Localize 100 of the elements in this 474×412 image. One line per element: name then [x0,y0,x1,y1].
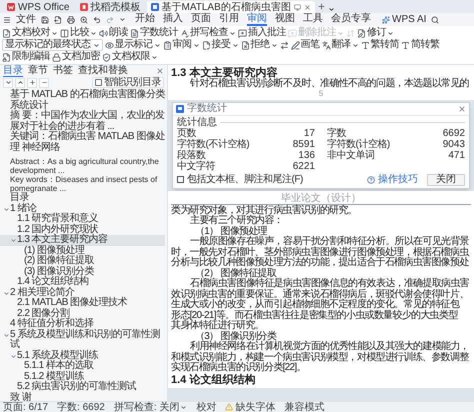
stat-value: 8591 [292,138,315,150]
ribbon-button[interactable]: 文档权限 [102,51,158,63]
ribbon-button[interactable]: 简转繁 [401,39,440,51]
ribbon-button[interactable]: 插入批注 [238,27,286,39]
toc-item[interactable]: 2 相关理论简介 [0,288,165,298]
checkbox[interactable] [177,176,184,183]
close-icon[interactable] [156,67,164,75]
toc-entry-text: 4 特征值分析和选择 [10,319,94,329]
caret-icon [119,16,126,23]
ribbon-button[interactable]: 限制编辑 [2,51,50,63]
ribbon-button[interactable]: 比较 [60,27,97,39]
ribbon-button[interactable]: 翻译 [322,39,358,51]
toc-item[interactable]: 1.2 国内外研究现状 [0,224,165,235]
paragraph-line: 形态[20-21]等。而石榴虫害往往是密集型的小虫或数量较少的大虫类型 [171,310,459,320]
toc-entry-text: 1 绪论 [10,204,36,214]
print-icon[interactable] [67,16,75,24]
undo-icon[interactable] [93,16,101,24]
ribbon-tab[interactable]: 视图 [275,13,295,26]
chevron-up-icon [16,79,24,86]
ribbon-button[interactable]: 繁转简 [360,39,399,51]
ribbon-button[interactable]: 画笔 [290,39,320,51]
type-icon [401,40,410,50]
expand-caret-icon[interactable] [2,206,10,212]
arrows-icon[interactable] [280,40,288,50]
preview-icon[interactable] [80,16,88,24]
plus-icon [28,79,36,86]
collapse-button[interactable] [3,78,13,88]
toc-item[interactable]: 4 特征值分析和选择 [0,319,165,330]
toc-item[interactable]: 致 谢 [0,392,165,403]
new-tab-icon[interactable] [316,2,326,11]
status-text[interactable]: 缺失字体 [235,402,276,412]
toc-item[interactable]: 5.1.2 模型训练 [0,372,165,382]
ai-button[interactable]: WPS AI [392,14,426,26]
add-button[interactable] [27,78,37,88]
ribbon-button[interactable]: 朗读 [99,27,128,39]
ribbon-button[interactable]: 修订 [357,27,394,39]
close-icon[interactable] [458,104,466,112]
ribbon-button[interactable]: 拼写检查 [180,27,236,39]
toc-item[interactable]: (3) 图像识别分类 [0,266,165,277]
search-icon[interactable] [431,16,440,24]
ribbon-button[interactable]: 文档加密 [52,51,100,63]
paragraph-line: 其身体特征进行研究。 [171,321,266,331]
close-button[interactable]: 关闭 [427,174,465,186]
ribbon-tab[interactable]: 插入 [163,13,183,26]
save-icon[interactable] [41,16,49,24]
ribbon-tab[interactable]: 开始 [135,13,155,26]
toc-item[interactable]: 5.1.1 样本的选取 [0,361,165,372]
toc-item[interactable]: 1 绪论 [0,204,165,214]
ribbon-button[interactable]: 拒绝 [240,39,278,51]
expand-caret-icon[interactable] [2,290,10,296]
sidebar-tab[interactable]: 目录 [3,65,23,77]
toc-item[interactable]: 1.1 研究背景和意义 [0,214,165,224]
ribbon-button[interactable]: 字数统计 [130,27,178,39]
toc-item[interactable]: (1) 图像预处理 [0,246,165,256]
toc-item[interactable]: 1.4 论文组织结构 [0,277,165,288]
ribbon-tab[interactable]: 工具 [303,13,323,26]
sidebar-tab[interactable]: 查找和替换 [78,65,128,77]
dialog-title: 字数统计 [187,103,227,114]
toc-item[interactable]: (2) 图像特征提取 [0,256,165,266]
ribbon-button[interactable]: 文档校对 [2,27,58,39]
toc-item[interactable]: 5.1 系统及模型训练 [0,350,165,361]
close-icon[interactable] [304,4,311,10]
spell-check-dropdown[interactable]: 拼写检查: 关闭 [114,402,188,412]
caret-icon [51,30,58,36]
remove-button[interactable] [39,78,49,88]
checkbox[interactable] [95,79,102,86]
export-icon[interactable] [54,16,62,24]
ribbon-button[interactable]: 显示标记 [104,39,160,51]
toc-entry-text: 2.1 MATLAB 图像处理技术 [17,298,128,308]
tips-link[interactable]: 操作技巧 [378,174,418,185]
ribbon-tab[interactable]: 会员专享 [331,13,371,26]
expand-caret-icon[interactable] [2,332,10,338]
toc-item[interactable]: 2.1 MATLAB 图像处理技术 [0,298,165,308]
window-tab[interactable]: WPS Office [3,1,74,13]
ribbon-button[interactable]: 接受 [202,39,238,51]
toc-item[interactable]: 1.3 本文主要研究内容 [0,235,165,246]
ribbon-button[interactable]: 审阅 [162,39,200,51]
comment-plus-icon [238,28,247,38]
status-text: 校对 [196,402,216,412]
window-tab[interactable]: 基于MATLAB的石榴病虫害图 [146,1,315,13]
ribbon-tab[interactable]: 引用 [219,13,239,26]
sidebar-tab[interactable]: 书签 [53,65,73,77]
ribbon-tab[interactable]: 页面 [191,13,211,26]
sidebar-tab[interactable]: 章节 [28,65,48,77]
expand-caret-icon[interactable] [10,237,16,244]
window-tab[interactable]: 找稻壳模板 [76,1,144,13]
toc-entry-text: 1.4 论文组织结构 [17,277,89,287]
toc-item[interactable]: 2.2 图像分割 [0,308,165,319]
lock-icon [52,52,61,62]
toc-item[interactable]: 目录 [0,193,165,204]
markup-view-select[interactable]: 显示标记的最终状态 [2,39,102,51]
file-check-icon [202,40,210,50]
stat-label: 段落数 [177,150,206,160]
menu-icon[interactable] [3,16,11,24]
file-menu[interactable]: 文件 [16,14,36,26]
list-item-heading: （2） 图像特征提取 [195,268,276,278]
minus-icon [40,79,48,86]
expand-button[interactable] [15,78,25,88]
toc-item[interactable]: 5.2 病虫害识别的可靠性测试 [0,382,165,392]
expand-caret-icon[interactable] [10,352,16,360]
